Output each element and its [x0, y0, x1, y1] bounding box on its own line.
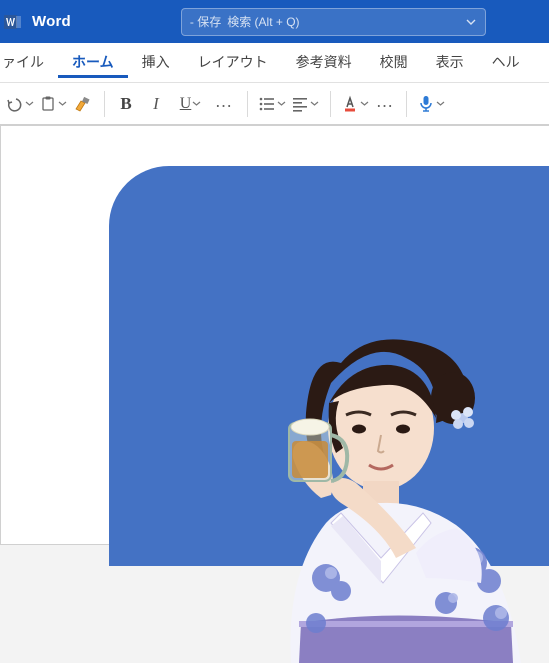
tab-review[interactable]: 校閲 [366, 44, 422, 78]
chevron-down-icon [191, 99, 201, 108]
separator [247, 91, 248, 117]
tab-home[interactable]: ホーム [58, 44, 128, 78]
chevron-down-icon [24, 99, 34, 108]
dictate-button[interactable] [415, 89, 448, 119]
more-paragraph-button[interactable]: … [372, 89, 398, 119]
search-box[interactable]: ‐ 保存 検索 (Alt + Q) [181, 8, 486, 36]
autosave-prefix: ‐ 保存 [190, 13, 221, 30]
bullets-button[interactable] [256, 89, 289, 119]
word-app-icon [4, 13, 22, 31]
chevron-down-icon [359, 99, 369, 108]
tab-insert[interactable]: 挿入 [128, 44, 184, 78]
app-title: Word [32, 13, 71, 30]
chevron-down-icon [276, 99, 286, 108]
chevron-down-icon [57, 99, 67, 108]
more-font-button[interactable]: … [209, 89, 239, 119]
separator [104, 91, 105, 117]
ribbon-toolbar: B I U … [0, 83, 549, 125]
tab-help[interactable]: ヘル [478, 44, 534, 78]
underline-button[interactable]: U [173, 89, 209, 119]
undo-button[interactable] [4, 89, 37, 119]
document-page[interactable] [0, 125, 549, 545]
font-color-button[interactable] [339, 89, 372, 119]
search-placeholder: 検索 (Alt + Q) [227, 13, 299, 30]
chevron-down-icon [309, 99, 319, 108]
tab-layout[interactable]: レイアウト [184, 44, 282, 78]
chevron-down-icon [465, 16, 477, 28]
bold-button[interactable]: B [113, 89, 139, 119]
title-bar: Word ‐ 保存 検索 (Alt + Q) [0, 0, 549, 43]
separator [330, 91, 331, 117]
tab-references[interactable]: 参考資料 [282, 44, 366, 78]
rounded-rectangle-shape[interactable] [109, 166, 549, 566]
separator [406, 91, 407, 117]
format-painter-button[interactable] [70, 89, 96, 119]
tab-file[interactable]: ァイル [2, 44, 58, 78]
ribbon-tabs: ァイル ホーム 挿入 レイアウト 参考資料 校閲 表示 ヘル [0, 43, 549, 83]
paste-button[interactable] [37, 89, 70, 119]
tab-view[interactable]: 表示 [422, 44, 478, 78]
italic-button[interactable]: I [139, 89, 173, 119]
document-canvas[interactable] [0, 125, 549, 526]
align-button[interactable] [289, 89, 322, 119]
chevron-down-icon [435, 99, 445, 108]
